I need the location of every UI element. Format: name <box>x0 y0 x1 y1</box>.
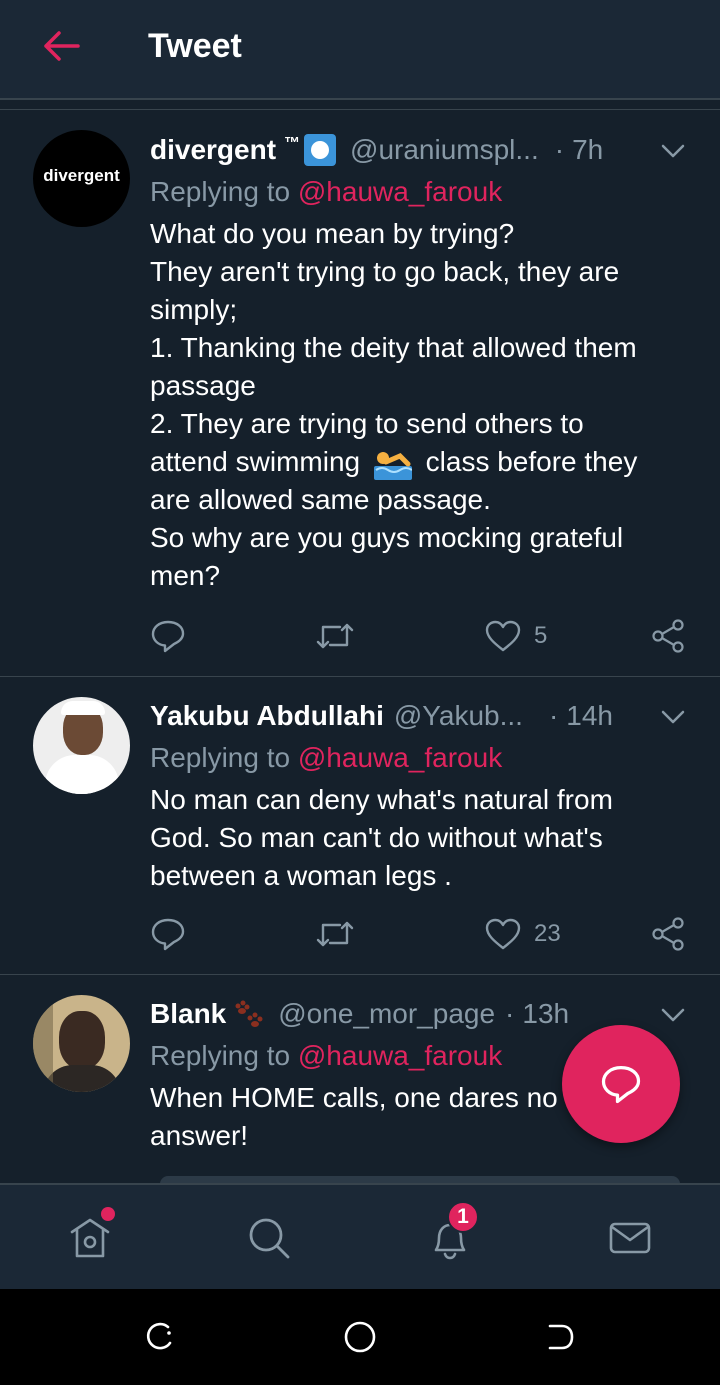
separator-dot: · <box>505 998 515 1029</box>
share-icon <box>652 917 684 951</box>
reply-button[interactable] <box>150 616 186 656</box>
tweet-text-line: God. So man can't do without what's <box>150 822 603 853</box>
mail-icon <box>609 1222 651 1254</box>
separator-dot: · <box>554 134 565 165</box>
timestamp: 13h <box>522 998 570 1029</box>
replying-to: Replying to @hauwa_farouk <box>150 739 502 777</box>
tweet-text-line: simply; <box>150 294 238 325</box>
avatar-photo <box>59 1011 105 1069</box>
verified-emoji-icon <box>304 134 337 166</box>
tweet-body: No man can deny what's natural from God.… <box>150 781 690 895</box>
tab-messages[interactable] <box>603 1211 657 1265</box>
replying-to: Replying to @hauwa_farouk <box>150 1037 502 1075</box>
mention-link[interactable]: @hauwa_farouk <box>298 742 502 773</box>
retweet-button[interactable] <box>314 914 356 954</box>
like-count: 23 <box>534 920 561 947</box>
tweet-header: Blank @one_mor_page · 13h <box>150 994 569 1034</box>
timestamp: 14h <box>566 700 613 731</box>
avatar[interactable] <box>33 995 130 1092</box>
compose-reply-button[interactable] <box>562 1025 680 1143</box>
heart-icon <box>485 620 521 652</box>
reply-button[interactable] <box>150 914 186 954</box>
tweet-header: Yakubu Abdullahi @Yakub... · 14h <box>150 696 613 736</box>
tweet-text-line: They aren't trying to go back, they are <box>150 256 620 287</box>
circle-home-icon <box>344 1321 376 1353</box>
back-arrow-icon[interactable] <box>38 24 86 68</box>
replying-to-label: Replying to <box>150 742 291 773</box>
swimmer-emoji-icon <box>373 448 413 480</box>
avatar[interactable]: divergent <box>33 130 130 227</box>
replying-to: Replying to @hauwa_farouk <box>150 173 502 211</box>
tweet-body: What do you mean by trying? They aren't … <box>150 215 690 595</box>
like-button[interactable]: 5 <box>484 616 547 656</box>
top-app-bar: Tweet <box>0 0 720 100</box>
retweet-icon <box>316 921 354 947</box>
chevron-down-icon[interactable] <box>656 998 690 1032</box>
tab-notifications[interactable]: 1 <box>423 1201 479 1265</box>
trademark-mark: ™ <box>284 135 301 152</box>
tweet-text-fragment: class before they <box>425 446 638 477</box>
tweet-text-line: between a woman legs . <box>150 860 452 891</box>
tweet-text-line: passage <box>150 370 256 401</box>
back-nav-button[interactable] <box>540 1317 580 1357</box>
avatar-logo-text: divergent <box>43 166 120 185</box>
notifications-badge: 1 <box>447 1201 479 1233</box>
tweet-text-line: No man can deny what's natural from <box>150 784 613 815</box>
like-count: 5 <box>534 622 548 649</box>
tweet-actions: 5 <box>0 616 720 656</box>
mention-link[interactable]: @hauwa_farouk <box>298 1040 502 1071</box>
tweet-actions: 23 <box>0 914 720 954</box>
tweet-text-line: 2. They are trying to send others to <box>150 408 584 439</box>
retweet-button[interactable] <box>314 616 356 656</box>
home-nav-button[interactable] <box>340 1317 380 1357</box>
recent-apps-button[interactable] <box>140 1317 180 1357</box>
system-navigation-bar <box>0 1289 720 1385</box>
retweet-icon <box>316 623 354 649</box>
share-button[interactable] <box>650 914 686 954</box>
tweet-item[interactable]: Yakubu Abdullahi @Yakub... · 14h Replyin… <box>0 677 720 975</box>
author-handle[interactable]: @one_mor_page <box>278 994 495 1034</box>
reply-icon <box>151 620 185 653</box>
author-handle[interactable]: @uraniumspl... <box>350 130 539 170</box>
share-button[interactable] <box>650 616 686 656</box>
tweet-text-line: 1. Thanking the deity that allowed them <box>150 332 637 363</box>
divider <box>0 100 720 110</box>
paw-prints-icon <box>230 998 266 1030</box>
tab-home[interactable] <box>63 1207 117 1265</box>
heart-icon <box>485 918 521 950</box>
recent-apps-icon <box>146 1322 172 1350</box>
tweet-text-fragment: attend swimming <box>150 446 361 477</box>
author-name[interactable]: divergent <box>150 130 276 170</box>
tweet-text-line: What do you mean by trying? <box>150 218 515 249</box>
reply-icon <box>151 918 185 951</box>
home-icon <box>70 1218 110 1258</box>
page-title: Tweet <box>148 27 242 65</box>
tweet-header: divergent ™ @uraniumspl... · 7h <box>150 130 603 170</box>
tweet-text-line: men? <box>150 560 221 591</box>
tweet-text-line: So why are you guys mocking grateful <box>150 522 624 553</box>
avatar[interactable] <box>33 697 130 794</box>
chevron-down-icon[interactable] <box>656 700 690 734</box>
replying-to-label: Replying to <box>150 1040 291 1071</box>
author-handle[interactable]: @Yakub... <box>394 696 523 736</box>
back-nav-icon <box>548 1324 574 1350</box>
reply-feed[interactable]: divergent divergent ™ @uraniumspl... · 7… <box>0 110 720 1183</box>
tweet-item[interactable]: divergent divergent ™ @uraniumspl... · 7… <box>0 110 720 677</box>
tweet-text-line: are allowed same passage. <box>150 484 491 515</box>
share-icon <box>652 619 684 653</box>
search-icon <box>249 1218 290 1259</box>
mention-link[interactable]: @hauwa_farouk <box>298 176 502 207</box>
author-name[interactable]: Yakubu Abdullahi <box>150 696 384 736</box>
like-button[interactable]: 23 <box>484 914 561 954</box>
replying-to-label: Replying to <box>150 176 291 207</box>
reply-icon <box>601 1066 641 1104</box>
tab-search[interactable] <box>242 1211 296 1265</box>
separator-dot: · <box>548 700 559 731</box>
chevron-down-icon[interactable] <box>656 134 690 168</box>
tweet-text-line-with-emoji: attend swimming class before they <box>150 443 690 481</box>
author-name[interactable]: Blank <box>150 994 226 1034</box>
home-notification-dot <box>101 1207 115 1221</box>
timestamp: 7h <box>572 134 604 165</box>
bottom-tab-bar: 1 <box>0 1183 720 1289</box>
